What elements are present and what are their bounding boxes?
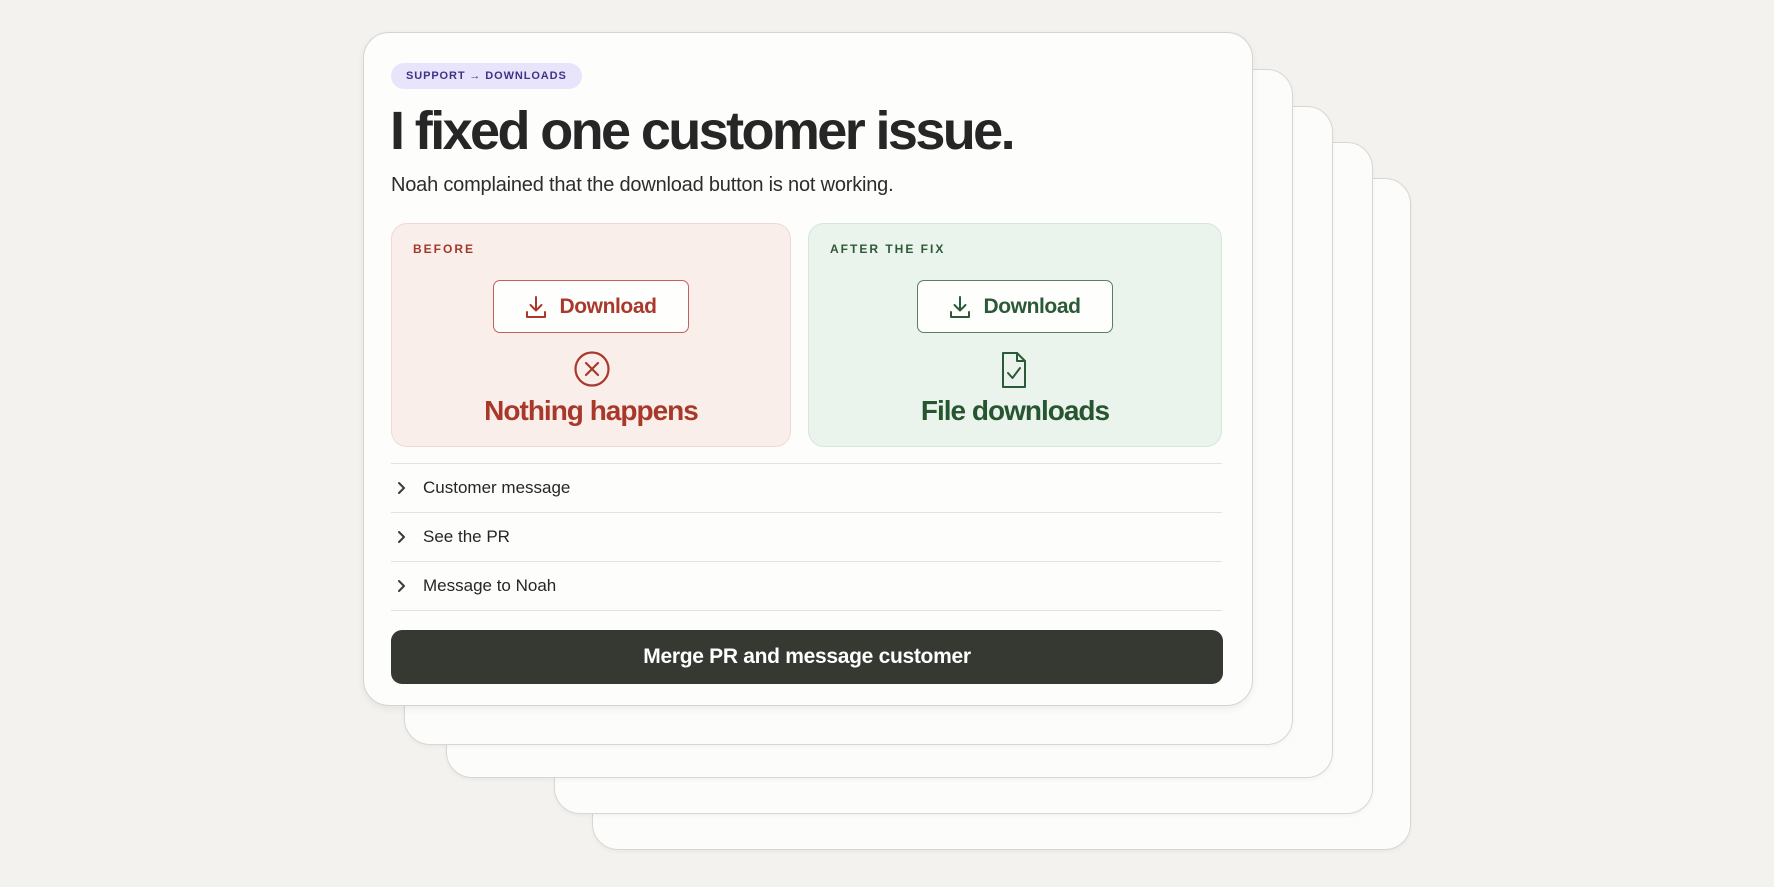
before-download-label: Download (559, 294, 657, 318)
page-title: I fixed one customer issue. (390, 101, 1016, 161)
accordion-item-label: Message to Noah (423, 576, 557, 595)
before-download-button[interactable]: Download (493, 280, 689, 333)
after-download-label: Download (983, 294, 1081, 318)
accordion-item-label: Customer message (423, 478, 571, 497)
details-accordion: Customer message See the PR Message to N… (391, 463, 1222, 611)
accordion-item-customer-message[interactable]: Customer message (391, 464, 1222, 513)
download-icon (525, 295, 547, 319)
accordion-item-label: See the PR (423, 527, 510, 546)
after-label: AFTER THE FIX (830, 242, 946, 256)
main-card: SUPPORT → DOWNLOADS I fixed one customer… (363, 32, 1253, 706)
merge-pr-button[interactable]: Merge PR and message customer (391, 630, 1223, 684)
chevron-right-icon (393, 481, 409, 495)
accordion-item-see-pr[interactable]: See the PR (391, 513, 1222, 562)
after-panel: AFTER THE FIX Download File downloads (808, 223, 1222, 447)
after-download-button[interactable]: Download (917, 280, 1113, 333)
before-panel: BEFORE Download Nothing happens (391, 223, 791, 447)
before-status-text: Nothing happens (484, 395, 699, 426)
before-label: BEFORE (413, 242, 476, 256)
after-status-text: File downloads (920, 395, 1110, 426)
stage: SUPPORT → DOWNLOADS I fixed one customer… (0, 0, 1774, 887)
chevron-right-icon (393, 579, 409, 593)
page-subtitle: Noah complained that the download button… (391, 174, 894, 196)
download-icon (949, 295, 971, 319)
chevron-right-icon (393, 530, 409, 544)
file-check-icon (1000, 351, 1028, 394)
category-badge: SUPPORT → DOWNLOADS (391, 63, 582, 89)
accordion-item-message-to-noah[interactable]: Message to Noah (391, 562, 1222, 611)
x-circle-icon (574, 351, 610, 392)
